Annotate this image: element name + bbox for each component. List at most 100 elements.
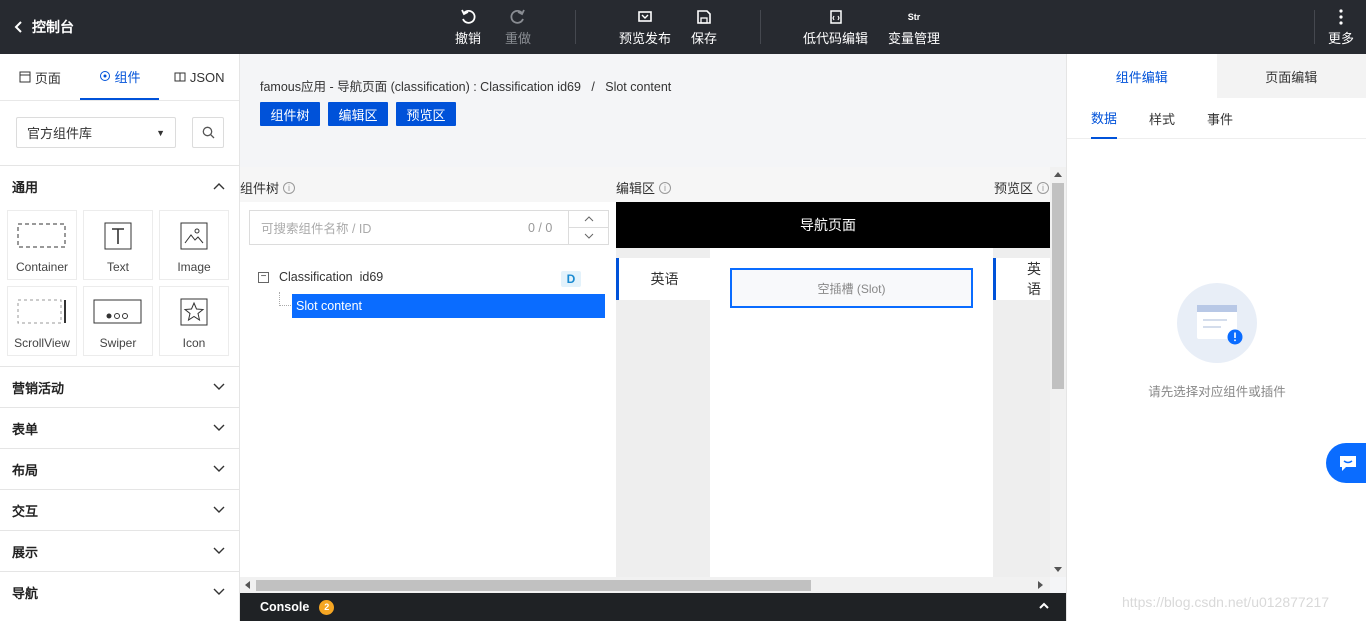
library-select[interactable]: 官方组件库 ▼ (16, 117, 176, 148)
toggle-tree-button[interactable]: 组件树 (260, 102, 320, 126)
feedback-chat-button[interactable] (1326, 443, 1366, 483)
more-button[interactable]: 更多 (1328, 6, 1354, 47)
component-label: Text (106, 260, 129, 274)
component-search-button[interactable] (192, 117, 224, 148)
redo-icon (510, 6, 526, 28)
component-swiper[interactable]: Swiper (83, 286, 153, 356)
redo-label: 重做 (505, 31, 532, 46)
component-container[interactable]: Container (7, 210, 77, 280)
category-display[interactable]: 展示 (0, 530, 239, 571)
tree-node-classification[interactable]: − Classification id69 (258, 270, 383, 284)
component-icon[interactable]: Icon (159, 286, 229, 356)
preview-publish-button[interactable]: 预览发布 (619, 6, 671, 47)
variable-manage-button[interactable]: Str 变量管理 (888, 6, 940, 47)
console-bar[interactable]: Console 2 (240, 593, 1066, 621)
book-icon (174, 72, 186, 82)
scroll-left-arrow-icon[interactable] (244, 581, 250, 589)
tab-component-edit[interactable]: 组件编辑 (1067, 54, 1217, 98)
category-layout[interactable]: 布局 (0, 448, 239, 489)
editor-pane-header: 编辑区 i (616, 178, 672, 197)
chevron-down-icon (213, 424, 225, 431)
subtab-events[interactable]: 事件 (1207, 98, 1233, 139)
image-icon (180, 218, 208, 254)
category-tab-english[interactable]: 英语 (616, 258, 710, 300)
breadcrumb: famous应用 - 导航页面 (classification) : Class… (260, 80, 672, 94)
chevron-up-icon (584, 216, 593, 222)
save-icon (696, 6, 712, 28)
component-label: Swiper (99, 336, 137, 350)
more-label: 更多 (1328, 31, 1355, 46)
chevron-up-icon[interactable] (1038, 601, 1050, 609)
component-text[interactable]: Text (83, 210, 153, 280)
category-label: 表单 (12, 421, 39, 437)
category-general[interactable]: 通用 (0, 165, 239, 206)
tab-json[interactable]: JSON (159, 54, 239, 100)
scroll-up-arrow-icon[interactable] (1054, 171, 1062, 177)
monitor-icon (637, 6, 653, 28)
save-button[interactable]: 保存 (691, 6, 717, 47)
vertical-scroll-thumb[interactable] (1052, 183, 1064, 389)
empty-slot[interactable]: 空插槽 (Slot) (730, 268, 973, 308)
vertical-scrollbar[interactable] (1050, 167, 1066, 577)
empty-document-icon (1197, 305, 1243, 345)
search-next-button[interactable] (569, 227, 608, 244)
subtab-style[interactable]: 样式 (1149, 98, 1175, 139)
category-form[interactable]: 表单 (0, 407, 239, 448)
code-file-icon (828, 6, 844, 28)
tree-pane-title: 组件树 (240, 181, 280, 196)
horizontal-scroll-thumb[interactable] (256, 580, 811, 591)
top-toolbar: 控制台 撤销 重做 预览发布 保存 低代码编辑 Str 变量管理 更多 (0, 0, 1366, 54)
tree-search-input[interactable]: 可搜索组件名称 / ID (250, 218, 528, 237)
category-label: 营销活动 (12, 380, 65, 396)
preview-tab-english[interactable]: 英语 (993, 258, 1050, 300)
info-icon[interactable]: i (659, 181, 672, 194)
category-label: 交互 (12, 503, 39, 519)
tab-json-label: JSON (189, 69, 225, 85)
redo-button[interactable]: 重做 (505, 6, 531, 47)
pane-headers: 组件树 i 编辑区 i 预览区 i (240, 167, 1066, 202)
tab-page-edit[interactable]: 页面编辑 (1216, 54, 1366, 98)
component-scrollview[interactable]: ScrollView (7, 286, 77, 356)
container-icon (17, 218, 67, 254)
collapse-icon[interactable]: − (258, 271, 269, 283)
tree-node-slot-content[interactable]: Slot content (292, 294, 605, 318)
info-icon[interactable]: i (283, 181, 296, 194)
chevron-down-icon (213, 383, 225, 390)
back-label: 控制台 (32, 19, 74, 35)
toggle-preview-button[interactable]: 预览区 (396, 102, 456, 126)
category-marketing[interactable]: 营销活动 (0, 366, 239, 407)
empty-state-illustration (1177, 283, 1257, 363)
info-icon[interactable]: i (1037, 181, 1050, 194)
data-badge: D (561, 271, 581, 287)
preview-pane-header: 预览区 i (994, 178, 1050, 197)
save-label: 保存 (691, 31, 718, 46)
scroll-down-arrow-icon[interactable] (1054, 567, 1062, 573)
category-general-label: 通用 (12, 179, 39, 195)
tree-pane-header: 组件树 i (240, 178, 296, 197)
toggle-editor-button[interactable]: 编辑区 (328, 102, 388, 126)
tab-page[interactable]: 页面 (0, 54, 80, 100)
horizontal-scrollbar[interactable] (240, 577, 1050, 593)
preview-sidebar: 英语 (993, 248, 1050, 577)
component-image[interactable]: Image (159, 210, 229, 280)
subtab-data[interactable]: 数据 (1091, 98, 1118, 139)
category-interaction[interactable]: 交互 (0, 489, 239, 530)
nav-title-bar: 导航页面 (616, 202, 1050, 248)
lowcode-edit-button[interactable]: 低代码编辑 (803, 6, 868, 47)
undo-button[interactable]: 撤销 (455, 6, 481, 47)
category-label: 展示 (12, 544, 39, 560)
lowcode-edit-label: 低代码编辑 (803, 31, 869, 46)
chat-icon (1340, 456, 1356, 471)
category-navigation[interactable]: 导航 (0, 571, 239, 612)
property-subtabs: 数据 样式 事件 (1067, 98, 1366, 139)
scroll-right-arrow-icon[interactable] (1038, 581, 1044, 589)
toolbar-divider (575, 10, 576, 44)
back-button[interactable]: 控制台 (14, 17, 74, 37)
left-panel: 页面 组件 JSON 官方组件库 ▼ 通用 Container Text Ima… (0, 54, 240, 621)
caret-down-icon: ▼ (156, 127, 165, 138)
text-icon (104, 218, 132, 254)
search-prev-button[interactable] (569, 211, 608, 227)
tab-components[interactable]: 组件 (79, 54, 160, 100)
chevron-down-icon (213, 547, 225, 554)
component-label: Container (15, 260, 69, 274)
